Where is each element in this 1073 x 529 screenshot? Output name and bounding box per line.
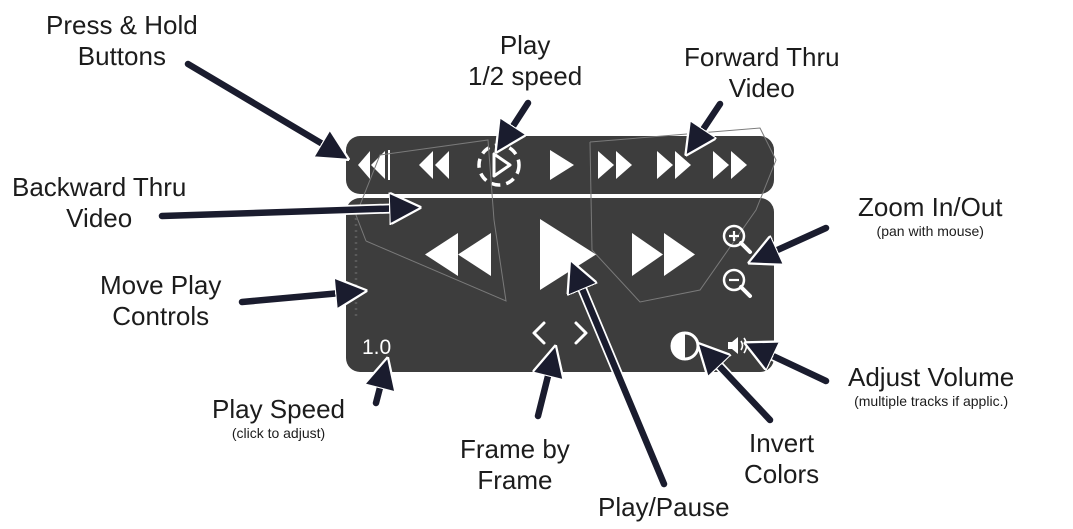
callout-speed-note: (click to adjust): [231, 425, 326, 442]
callout-adjust-volume: Adjust Volume (multiple tracks if applic…: [848, 362, 1014, 411]
callout-press-hold-line2: Buttons: [77, 41, 166, 72]
callout-backward-line1: Backward Thru: [12, 172, 187, 202]
callout-playpause-text: Play/Pause: [598, 492, 730, 522]
callout-forward-line1: Forward Thru: [684, 42, 840, 72]
callout-volume-title: Adjust Volume: [848, 362, 1015, 392]
callout-play-pause: Play/Pause: [598, 492, 730, 523]
callout-play-speed: Play Speed (click to adjust): [212, 394, 345, 443]
callout-forward: Forward Thru Video: [684, 42, 840, 104]
callout-play-half-line2: 1/2 speed: [468, 61, 583, 92]
callout-backward-line2: Video: [66, 203, 133, 234]
callout-invert-line2: Colors: [744, 459, 820, 490]
callout-press-hold-line1: Press & Hold: [46, 10, 198, 40]
callout-frame-line2: Frame: [477, 465, 553, 496]
callout-backward: Backward Thru Video: [12, 172, 186, 234]
callout-speed-title: Play Speed: [212, 394, 345, 424]
callout-invert-line1: Invert: [749, 428, 815, 458]
callout-frame-by-frame: Frame by Frame: [460, 434, 570, 496]
callout-forward-line2: Video: [728, 73, 795, 104]
callout-zoom: Zoom In/Out (pan with mouse): [858, 192, 1003, 241]
callout-frame-line1: Frame by: [460, 434, 570, 464]
callout-zoom-title: Zoom In/Out: [858, 192, 1003, 222]
arrow-press-hold: [184, 60, 336, 152]
callout-move-line2: Controls: [112, 301, 210, 332]
callout-move: Move Play Controls: [100, 270, 221, 332]
callout-volume-note: (multiple tracks if applic.): [854, 393, 1009, 410]
diagram-canvas: 1.0 Press & Hold Buttons Play 1/2 speed …: [0, 0, 1073, 529]
callout-zoom-note: (pan with mouse): [876, 223, 984, 240]
press-hold-panel: [346, 136, 774, 194]
arrow-play-half: [504, 99, 532, 140]
callout-move-line1: Move Play: [100, 270, 222, 300]
arrow-speed: [376, 372, 384, 407]
callout-play-half-line1: Play: [499, 30, 551, 60]
play-speed-value[interactable]: 1.0: [362, 336, 391, 360]
callout-invert-colors: Invert Colors: [744, 428, 819, 490]
callout-play-half-speed: Play 1/2 speed: [468, 30, 582, 92]
callout-press-hold: Press & Hold Buttons: [46, 10, 198, 72]
